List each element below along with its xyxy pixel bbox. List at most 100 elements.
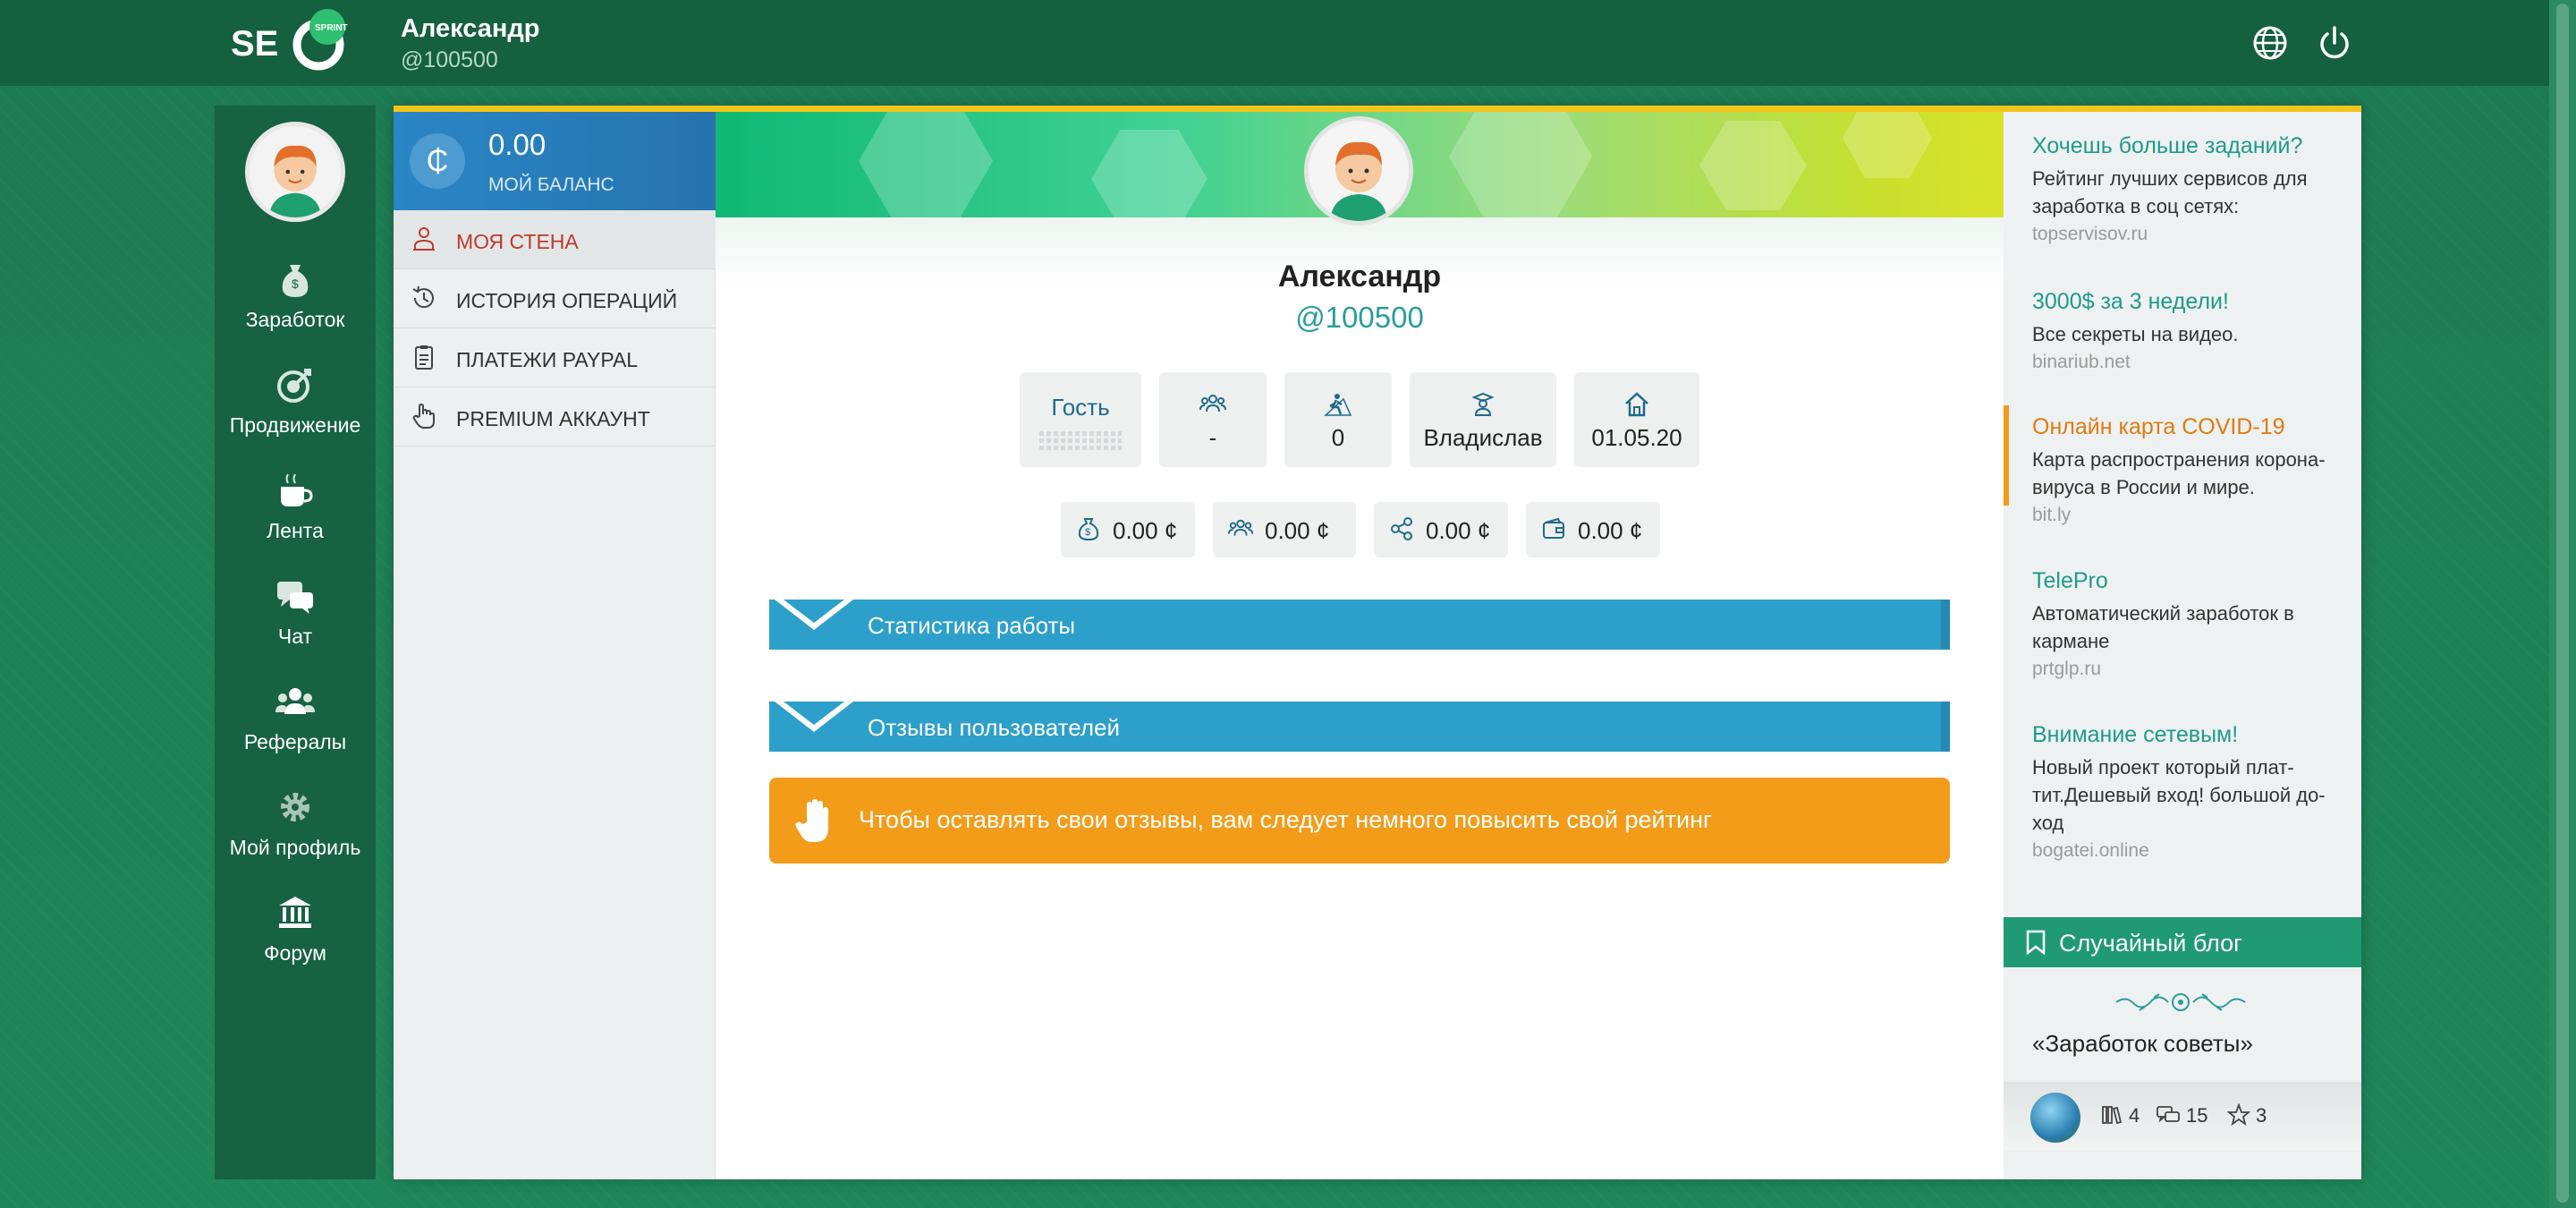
ad-block[interactable]: Хочешь больше заданий? Рейтинг лучших се… xyxy=(2004,133,2361,245)
top-user-handle: @100500 xyxy=(401,47,498,72)
group-icon xyxy=(1227,519,1254,536)
ornament-divider-icon xyxy=(2115,993,2246,1011)
ad-description: Все секреты на видео. xyxy=(2032,323,2239,345)
nav-item-label: Лента xyxy=(267,519,324,542)
forum-building-icon xyxy=(279,897,311,928)
svg-text:$: $ xyxy=(292,276,299,291)
profile-avatar[interactable] xyxy=(1304,116,1413,225)
blog-title[interactable]: «Заработок советы» xyxy=(2032,1030,2253,1058)
money-bag-icon: $ xyxy=(1078,518,1099,541)
money-value: 0.00 ¢ xyxy=(1265,517,1330,544)
stat-status: Гость xyxy=(1020,372,1141,467)
promotion-icon xyxy=(277,369,311,403)
menu-item-paypal-payments[interactable]: ПЛАТЕЖИ PAYPAL xyxy=(394,328,716,387)
nav-item-my-profile[interactable]: Мой профиль xyxy=(215,786,376,860)
banner-hexagon xyxy=(1843,112,1932,178)
ad-title[interactable]: TelePro xyxy=(2032,568,2361,594)
nav-item-label: Мой профиль xyxy=(229,836,361,859)
stat-registration-date: 01.05.20 xyxy=(1574,372,1699,467)
menu-item-label: PREMIUM АККАУНТ xyxy=(456,407,650,430)
ads-sidebar: Хочешь больше заданий? Рейтинг лучших се… xyxy=(2004,112,2361,1179)
raised-hand-icon xyxy=(795,799,828,842)
main-container: ₵ 0.00 МОЙ БАЛАНС МОЯ СТЕНА ИСТОРИЯ ОПЕР… xyxy=(394,106,2361,1179)
banner-hexagon xyxy=(1449,112,1592,217)
scrollbar-thumb[interactable] xyxy=(2556,4,2569,1203)
profile-menu: ₵ 0.00 МОЙ БАЛАНС МОЯ СТЕНА ИСТОРИЯ ОПЕР… xyxy=(394,112,716,1179)
ad-description: Автоматический заработок в кармане xyxy=(2032,602,2294,652)
stat-value: Гость xyxy=(1051,394,1110,421)
money-value: 0.00 ¢ xyxy=(1578,517,1643,544)
accordion-work-stats[interactable]: Статистика работы xyxy=(769,600,1950,650)
nav-item-label: Продвижение xyxy=(229,413,361,437)
ad-title[interactable]: 3000$ за 3 недели! xyxy=(2032,289,2361,315)
stat-value: - xyxy=(1208,424,1217,451)
ad-block[interactable]: TelePro Автоматический заработок в карма… xyxy=(2004,568,2361,680)
nav-item-promotion[interactable]: Продвижение xyxy=(215,363,376,438)
balance-amount: 0.00 xyxy=(488,128,547,161)
random-blog-header: Случайный блог xyxy=(2004,917,2361,967)
nav-item-referrals[interactable]: Рефералы xyxy=(215,680,376,754)
nav-item-earnings[interactable]: $ Заработок xyxy=(215,258,376,332)
globe-icon[interactable] xyxy=(2250,23,2290,63)
stat-referrer[interactable]: Владислав xyxy=(1410,372,1556,467)
ad-url[interactable]: bogatei.online xyxy=(2032,840,2361,862)
ad-title[interactable]: Онлайн карта COVID-19 xyxy=(2032,414,2361,440)
svg-text:$: $ xyxy=(1085,527,1090,538)
top-bar: SE SPRINT Александр @100500 xyxy=(0,0,2576,86)
ad-url[interactable]: prtglp.ru xyxy=(2032,659,2361,680)
referrer-icon xyxy=(1471,392,1495,416)
nav-item-chat[interactable]: Чат xyxy=(215,574,376,649)
menu-item-label: ПЛАТЕЖИ PAYPAL xyxy=(456,348,639,371)
accordion-title: Отзывы пользователей xyxy=(868,714,1121,741)
nav-item-label: Рефералы xyxy=(243,730,347,753)
ad-url[interactable]: binariub.net xyxy=(2032,352,2361,373)
banner-hexagon xyxy=(1091,130,1208,217)
blog-avatar[interactable] xyxy=(2030,1093,2080,1143)
money-earned: $ 0.00 ¢ xyxy=(1061,502,1195,557)
ad-title[interactable]: Хочешь больше заданий? xyxy=(2032,133,2361,159)
nav-item-label: Чат xyxy=(277,625,313,648)
menu-item-my-wall[interactable]: МОЯ СТЕНА xyxy=(394,210,716,269)
star-icon xyxy=(2226,1102,2251,1127)
referrals-icon xyxy=(275,688,315,714)
top-user-name: Александр xyxy=(401,14,540,43)
nav-item-label: Заработок xyxy=(245,308,345,331)
blog-stars-count: 3 xyxy=(2226,1102,2267,1127)
bookmark-icon xyxy=(2026,930,2046,955)
window-scrollbar[interactable] xyxy=(2549,0,2576,1208)
accordion-reviews[interactable]: Отзывы пользователей xyxy=(769,702,1950,752)
alert-text: Чтобы оставлять свои отзывы, вам следует… xyxy=(859,806,1712,833)
random-blog-title: Случайный блог xyxy=(2059,930,2242,957)
balance-panel[interactable]: ₵ 0.00 МОЙ БАЛАНС xyxy=(394,112,716,210)
books-icon xyxy=(2102,1106,2123,1125)
menu-item-history[interactable]: ИСТОРИЯ ОПЕРАЦИЙ xyxy=(394,269,716,328)
menu-item-premium-account[interactable]: PREMIUM АККАУНТ xyxy=(394,387,716,447)
power-icon[interactable] xyxy=(2315,23,2354,63)
profile-handle: @100500 xyxy=(1295,301,1424,334)
top-user-info[interactable]: Александр @100500 xyxy=(401,14,540,73)
history-icon xyxy=(412,285,434,309)
ad-url[interactable]: bit.ly xyxy=(2032,505,2361,526)
ad-url[interactable]: topservisov.ru xyxy=(2032,224,2361,245)
gear-icon xyxy=(281,793,309,821)
banner-hexagon xyxy=(1699,121,1807,210)
wallet-icon xyxy=(1543,517,1564,539)
menu-item-label: ИСТОРИЯ ОПЕРАЦИЙ xyxy=(456,289,678,312)
ad-description: Карта распространения корона-вируса в Ро… xyxy=(2032,448,2326,498)
ad-block[interactable]: Внимание сетевым! Новый проект который п… xyxy=(2004,722,2361,862)
ad-title[interactable]: Внимание сетевым! xyxy=(2032,722,2361,748)
nav-avatar[interactable] xyxy=(245,122,345,222)
nav-item-forum[interactable]: Форум xyxy=(215,891,376,966)
money-value: 0.00 ¢ xyxy=(1113,517,1178,544)
group-icon xyxy=(1199,395,1226,413)
comments-icon xyxy=(2157,1106,2180,1123)
ad-block[interactable]: 3000$ за 3 недели! Все секреты на видео.… xyxy=(2004,289,2361,373)
accordion-edge xyxy=(1941,702,1950,752)
accordion-title: Статистика работы xyxy=(868,612,1076,639)
blog-comments-count: 15 xyxy=(2156,1103,2207,1127)
money-value: 0.00 ¢ xyxy=(1426,517,1491,544)
ad-description: Рейтинг лучших сервисов для заработка в … xyxy=(2032,167,2308,217)
seo-sprint-logo[interactable]: SE SPRINT xyxy=(231,9,356,77)
nav-item-feed[interactable]: Лента xyxy=(215,469,376,543)
ad-block-highlighted[interactable]: Онлайн карта COVID-19 Карта распростране… xyxy=(2004,405,2361,525)
